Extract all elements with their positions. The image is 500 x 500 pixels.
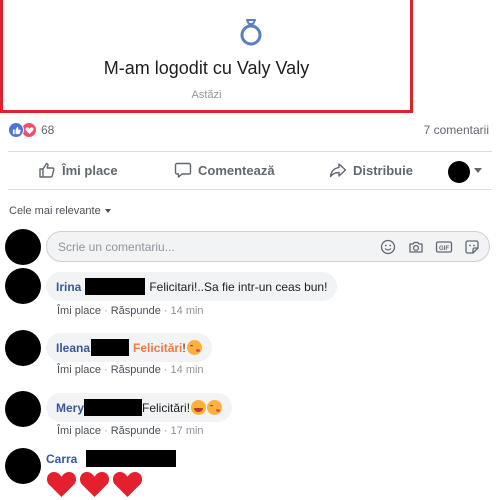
like-button-label: Îmi place — [62, 162, 118, 178]
comment-filter-dropdown[interactable]: Cele mai relevante — [9, 205, 111, 217]
comment-icon — [174, 162, 192, 178]
comment-like-link[interactable]: Îmi place — [57, 425, 101, 437]
reaction-summary[interactable]: 68 — [8, 121, 54, 139]
kissing-face-emoji-icon — [207, 400, 223, 415]
comment-author[interactable]: Ileana — [56, 341, 90, 355]
redacted-name — [84, 399, 143, 416]
comment-count-link[interactable]: 7 comentarii — [424, 123, 489, 137]
comment-author[interactable]: Carra — [46, 452, 77, 466]
grinning-face-emoji-icon — [191, 400, 207, 415]
share-button-label: Distribuie — [353, 162, 413, 178]
chevron-down-icon[interactable] — [474, 168, 482, 173]
emoji-icon[interactable] — [379, 238, 397, 256]
post-action-bar: Îmi place Comentează Distribuie — [8, 151, 492, 190]
comment-bubble: Ileana Felicitări! — [46, 333, 212, 362]
heart-emoji-icon — [79, 472, 110, 497]
comment-avatar[interactable] — [5, 268, 41, 304]
comment-text: Felicitari!..Sa fie intr-un ceas bun! — [149, 279, 328, 294]
kissing-face-emoji-icon — [186, 340, 202, 355]
life-event-card: M-am logodit cu Valy Valy Astăzi — [0, 0, 413, 113]
life-event-date: Astăzi — [191, 89, 222, 101]
comment-reply-link[interactable]: Răspunde — [111, 364, 161, 376]
sticker-icon[interactable] — [463, 238, 481, 256]
comment-input-placeholder: Scrie un comentariu... — [58, 240, 175, 254]
heart-emoji-icon — [112, 472, 143, 497]
comment-input[interactable]: Scrie un comentariu... GIF — [46, 231, 490, 262]
caret-down-icon — [104, 209, 111, 213]
comment-bubble: Mery Felicitări! — [46, 393, 233, 422]
composer-tools: GIF — [369, 238, 481, 256]
redacted-name — [91, 339, 130, 356]
reaction-count: 68 — [41, 123, 55, 137]
redacted-name — [86, 450, 176, 467]
comment-bubble: Irina Felicitari!..Sa fie intr-un ceas b… — [46, 272, 338, 301]
comment-reply-link[interactable]: Răspunde — [111, 305, 161, 317]
comment-reply-link[interactable]: Răspunde — [111, 425, 161, 437]
comment-author[interactable]: Mery — [56, 401, 84, 415]
ring-icon — [240, 19, 262, 46]
actor-avatar[interactable] — [448, 161, 470, 183]
comment-hearts — [46, 470, 145, 498]
comment-avatar[interactable] — [5, 391, 41, 427]
comment-meta: Îmi place · Răspunde · 17 min — [57, 425, 204, 437]
like-reaction-icon — [8, 122, 24, 138]
comment-filter-label: Cele mai relevante — [9, 205, 101, 217]
comment-author[interactable]: Irina — [56, 280, 81, 294]
comment-like-link[interactable]: Îmi place — [57, 305, 101, 317]
svg-text:GIF: GIF — [439, 246, 449, 252]
comment-avatar[interactable] — [5, 330, 41, 366]
redacted-name — [85, 278, 146, 295]
comment-button-label: Comentează — [198, 162, 275, 178]
comment-like-link[interactable]: Îmi place — [57, 364, 101, 376]
life-event-title: M-am logodit cu Valy Valy — [103, 58, 310, 78]
comment-text: Felicitări! — [142, 400, 191, 415]
camera-icon[interactable] — [407, 238, 425, 256]
comment-timestamp[interactable]: 17 min — [171, 425, 204, 437]
composer-avatar — [5, 229, 41, 265]
comment-button[interactable]: Comentează — [174, 161, 275, 179]
share-button[interactable]: Distribuie — [329, 161, 413, 179]
gif-icon[interactable]: GIF — [435, 238, 453, 256]
share-arrow-icon — [329, 163, 347, 178]
comment-avatar[interactable] — [5, 448, 41, 484]
comment-timestamp[interactable]: 14 min — [171, 305, 204, 317]
like-button[interactable]: Îmi place — [38, 161, 118, 179]
comment-meta: Îmi place · Răspunde · 14 min — [57, 305, 204, 317]
comment-text: Felicitări — [133, 340, 183, 355]
heart-emoji-icon — [46, 472, 77, 497]
comment-timestamp[interactable]: 14 min — [171, 364, 204, 376]
thumbs-up-icon — [39, 162, 55, 178]
comment-text-suffix: ! — [182, 340, 186, 355]
comment-meta: Îmi place · Răspunde · 14 min — [57, 364, 204, 376]
